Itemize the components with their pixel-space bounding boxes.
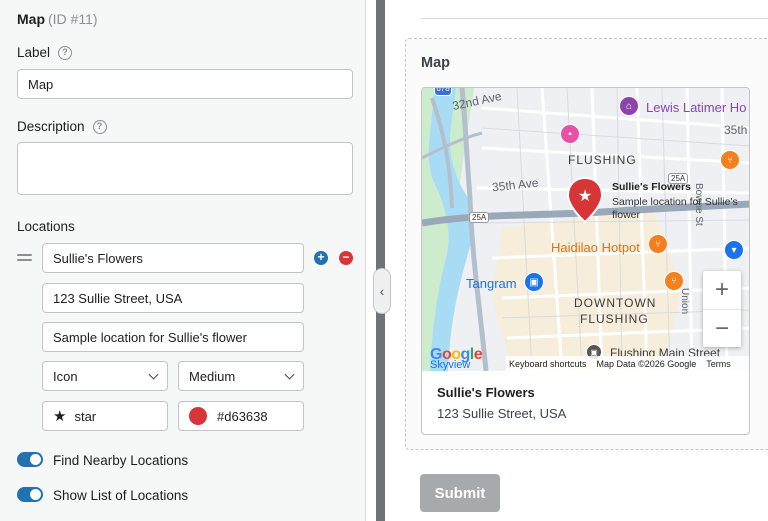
marker-size-select[interactable]: Medium [178, 361, 304, 391]
marker-size-value: Medium [189, 368, 236, 384]
show-list-label: Show List of Locations [53, 488, 189, 503]
map-label-street: 35th [724, 123, 748, 137]
find-nearby-toggle[interactable] [17, 452, 43, 467]
color-picker[interactable]: #d63638 [178, 401, 304, 431]
icon-picker[interactable]: ★ star [42, 401, 168, 431]
zoom-controls: + − [703, 271, 741, 347]
help-icon[interactable]: ? [92, 119, 107, 134]
field-id: (ID #11) [48, 11, 98, 27]
location-marker-icon[interactable]: ★ [567, 177, 603, 223]
info-window-description: flower [612, 209, 641, 221]
map-card: 32nd Ave 678 ⌂ Lewis Latimer Ho 35th ▪ F… [421, 87, 750, 435]
star-icon: ★ [53, 408, 67, 425]
color-value: #d63638 [217, 408, 268, 424]
restaurant-icon: ⑂ [720, 150, 740, 170]
label-heading: Label ? [17, 45, 73, 60]
panel-title: Map (ID #11) [17, 11, 98, 27]
location-list-name[interactable]: Sullie's Flowers [437, 385, 535, 400]
shopping-icon: ▾ [724, 240, 744, 260]
svg-text:★: ★ [578, 186, 592, 205]
help-icon[interactable]: ? [58, 45, 73, 60]
location-list-address: 123 Sullie Street, USA [437, 406, 567, 421]
shopping-icon: ▣ [524, 272, 544, 292]
google-logo: Google [430, 346, 483, 363]
locations-heading: Locations [17, 219, 75, 234]
divider-line [421, 18, 768, 19]
zoom-out-button[interactable]: − [703, 309, 741, 347]
field-type-name: Map [17, 11, 45, 27]
label-heading-text: Label [17, 45, 51, 60]
settings-panel: Map (ID #11) Label ? Map Description ? Lo… [0, 0, 366, 521]
description-heading: Description ? [17, 119, 107, 134]
map-label-poi: Tangram [466, 276, 517, 291]
location-description-input[interactable]: Sample location for Sullie's flower [42, 322, 304, 352]
map-label-neighborhood: FLUSHING [580, 312, 649, 326]
info-window-description: Sample location for Sullie's [612, 196, 738, 208]
find-nearby-label: Find Nearby Locations [53, 453, 189, 468]
zoom-in-button[interactable]: + [703, 271, 741, 309]
panel-divider [366, 0, 395, 521]
map-data-text: Map Data ©2026 Google [596, 358, 697, 369]
collapse-panel-button[interactable]: ‹ [373, 268, 391, 314]
route-number: 678 [436, 88, 450, 93]
description-heading-text: Description [17, 119, 85, 134]
add-location-button[interactable]: + [314, 251, 328, 265]
label-input[interactable]: Map [17, 69, 353, 99]
restaurant-icon: ⑂ [648, 234, 668, 254]
map-label-poi: Haidilao Hotpot [551, 240, 640, 255]
route-shield: 678 [434, 88, 452, 96]
color-swatch [189, 407, 207, 425]
drag-handle-icon[interactable] [17, 254, 32, 264]
submit-button[interactable]: Submit [420, 474, 500, 512]
marker-type-select[interactable]: Icon [42, 361, 168, 391]
terms-link[interactable]: Terms [706, 359, 731, 369]
map-background [422, 88, 749, 371]
map-label-neighborhood: FLUSHING [568, 153, 637, 167]
map-label-poi: Lewis Latimer Ho [646, 100, 747, 115]
hotel-icon: ▪ [560, 124, 580, 144]
info-window-title: Sullie's Flowers [612, 181, 691, 193]
map-label-neighborhood: DOWNTOWN [574, 296, 657, 310]
description-textarea[interactable] [17, 142, 353, 195]
museum-icon: ⌂ [619, 96, 639, 116]
map-attribution: Keyboard shortcuts Map Data ©2026 Google… [506, 356, 749, 371]
remove-location-button[interactable]: − [339, 251, 353, 265]
chevron-down-icon [148, 369, 159, 380]
map-canvas[interactable]: 32nd Ave 678 ⌂ Lewis Latimer Ho 35th ▪ F… [422, 88, 749, 371]
route-shield: 25A [469, 212, 490, 223]
preview-field-label: Map [421, 55, 450, 71]
location-address-input[interactable]: 123 Sullie Street, USA [42, 283, 304, 313]
location-name-input[interactable]: Sullie's Flowers [42, 243, 304, 273]
icon-picker-value: star [74, 408, 97, 424]
chevron-left-icon: ‹ [379, 283, 385, 299]
map-label-street: Union [679, 288, 690, 315]
show-list-toggle[interactable] [17, 487, 43, 502]
chevron-down-icon [284, 369, 295, 380]
keyboard-shortcuts-link[interactable]: Keyboard shortcuts [509, 359, 587, 369]
marker-type-value: Icon [53, 368, 78, 384]
